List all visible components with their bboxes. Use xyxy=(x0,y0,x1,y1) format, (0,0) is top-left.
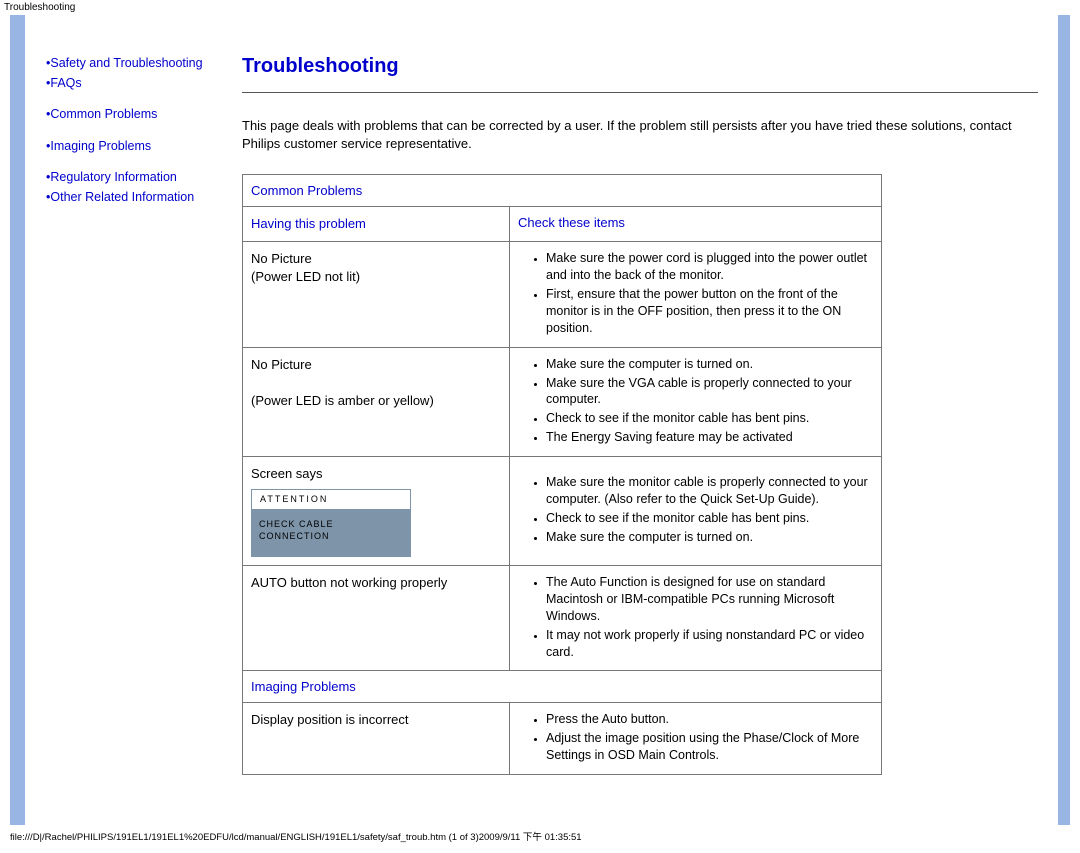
problem-line: AUTO button not working properly xyxy=(251,575,447,590)
content-row: •Safety and Troubleshooting •FAQs •Commo… xyxy=(40,15,1058,825)
sidebar-link[interactable]: Regulatory Information xyxy=(50,170,176,184)
check-item: The Auto Function is designed for use on… xyxy=(546,574,873,625)
page-heading: Troubleshooting xyxy=(242,55,1038,78)
check-list: The Auto Function is designed for use on… xyxy=(536,574,873,660)
check-item: Make sure the computer is turned on. xyxy=(546,356,873,373)
check-item: It may not work properly if using nonsta… xyxy=(546,627,873,661)
problem-cell: Screen says ATTENTION CHECK CABLE CONNEC… xyxy=(243,457,510,566)
sidebar-item-other-related[interactable]: •Other Related Information xyxy=(46,189,226,207)
main-content: Troubleshooting This page deals with pro… xyxy=(232,55,1058,825)
check-item: Check to see if the monitor cable has be… xyxy=(546,410,873,427)
checks-cell: The Auto Function is designed for use on… xyxy=(510,566,882,671)
check-item: First, ensure that the power button on t… xyxy=(546,286,873,337)
checks-cell: Make sure the computer is turned on. Mak… xyxy=(510,347,882,456)
table-row: No Picture (Power LED is amber or yellow… xyxy=(243,347,882,456)
sidebar-link[interactable]: Imaging Problems xyxy=(50,139,151,153)
check-list: Press the Auto button. Adjust the image … xyxy=(536,711,873,764)
col-header-left: Having this problem xyxy=(243,207,510,242)
sidebar-item-common-problems[interactable]: •Common Problems xyxy=(46,106,226,124)
outer-wrap: •Safety and Troubleshooting •FAQs •Commo… xyxy=(10,15,1070,825)
problem-line: (Power LED not lit) xyxy=(251,269,360,284)
sidebar-item-safety[interactable]: •Safety and Troubleshooting xyxy=(46,55,226,73)
section-row-imaging: Imaging Problems xyxy=(243,671,882,703)
sidebar-item-faqs[interactable]: •FAQs xyxy=(46,75,226,93)
problem-cell: No Picture (Power LED is amber or yellow… xyxy=(243,347,510,456)
sidebar-link[interactable]: Other Related Information xyxy=(50,190,194,204)
table-row: Screen says ATTENTION CHECK CABLE CONNEC… xyxy=(243,457,882,566)
check-item: Press the Auto button. xyxy=(546,711,873,728)
problem-line: (Power LED is amber or yellow) xyxy=(251,393,434,408)
sidebar-link[interactable]: FAQs xyxy=(50,76,81,90)
left-accent-bar xyxy=(10,15,25,825)
check-item: Make sure the VGA cable is properly conn… xyxy=(546,375,873,409)
problem-cell: AUTO button not working properly xyxy=(243,566,510,671)
check-item: The Energy Saving feature may be activat… xyxy=(546,429,873,446)
attention-message: CHECK CABLE CONNECTION xyxy=(251,510,411,557)
check-item: Check to see if the monitor cable has be… xyxy=(546,510,873,527)
troubleshooting-table: Common Problems Having this problem Chec… xyxy=(242,174,882,775)
sidebar-link[interactable]: Common Problems xyxy=(50,107,157,121)
section-header-common: Common Problems xyxy=(243,175,882,207)
table-row: AUTO button not working properly The Aut… xyxy=(243,566,882,671)
heading-rule xyxy=(242,92,1038,93)
attention-screen: ATTENTION CHECK CABLE CONNECTION xyxy=(251,489,411,557)
check-item: Make sure the computer is turned on. xyxy=(546,529,873,546)
check-item: Make sure the power cord is plugged into… xyxy=(546,250,873,284)
col-header-right: Check these items xyxy=(510,207,882,242)
problem-line: No Picture xyxy=(251,251,312,266)
problem-cell: Display position is incorrect xyxy=(243,703,510,775)
table-row: No Picture (Power LED not lit) Make sure… xyxy=(243,242,882,347)
problem-line: Display position is incorrect xyxy=(251,712,409,727)
checks-cell: Make sure the monitor cable is properly … xyxy=(510,457,882,566)
column-header-row: Having this problem Check these items xyxy=(243,207,882,242)
intro-text: This page deals with problems that can b… xyxy=(242,117,1038,152)
checks-cell: Press the Auto button. Adjust the image … xyxy=(510,703,882,775)
check-item: Adjust the image position using the Phas… xyxy=(546,730,873,764)
right-accent-bar xyxy=(1058,15,1070,825)
section-header-imaging: Imaging Problems xyxy=(243,671,882,703)
checks-cell: Make sure the power cord is plugged into… xyxy=(510,242,882,347)
table-row: Display position is incorrect Press the … xyxy=(243,703,882,775)
problem-cell: No Picture (Power LED not lit) xyxy=(243,242,510,347)
sidebar-link[interactable]: Safety and Troubleshooting xyxy=(50,56,202,70)
attention-label: ATTENTION xyxy=(251,489,411,510)
check-list: Make sure the monitor cable is properly … xyxy=(536,474,873,546)
section-row-common: Common Problems xyxy=(243,175,882,207)
problem-line: Screen says xyxy=(251,466,323,481)
footer-file-path: file:///D|/Rachel/PHILIPS/191EL1/191EL1%… xyxy=(0,825,1080,853)
problem-line: No Picture xyxy=(251,357,312,372)
sidebar-item-regulatory[interactable]: •Regulatory Information xyxy=(46,169,226,187)
check-list: Make sure the computer is turned on. Mak… xyxy=(536,356,873,446)
check-item: Make sure the monitor cable is properly … xyxy=(546,474,873,508)
sidebar-item-imaging-problems[interactable]: •Imaging Problems xyxy=(46,138,226,156)
window-title: Troubleshooting xyxy=(0,0,1080,15)
check-list: Make sure the power cord is plugged into… xyxy=(536,250,873,336)
sidebar: •Safety and Troubleshooting •FAQs •Commo… xyxy=(40,55,232,825)
left-gap xyxy=(25,15,40,825)
